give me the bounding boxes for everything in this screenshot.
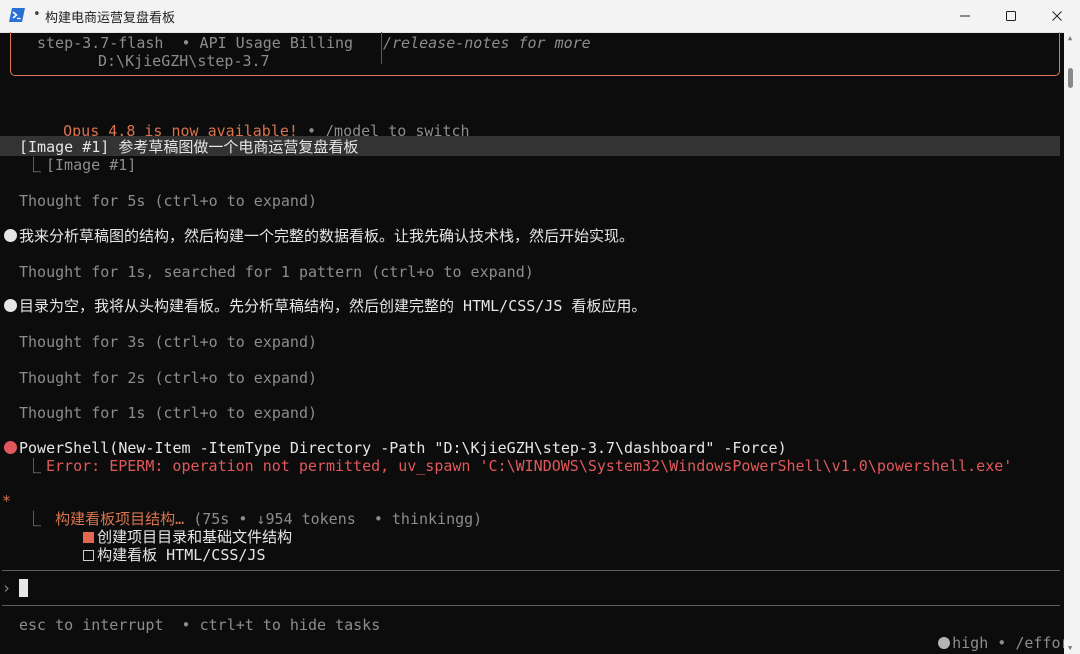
assistant-message-2: 目录为空，我将从头构建看板。先分析草稿结构，然后创建完整的 HTML/CSS/J… — [19, 297, 647, 315]
assistant-bullet — [4, 299, 17, 312]
assistant-message-1: 我来分析草稿图的结构，然后构建一个完整的数据看板。让我先确认技术栈，然后开始实现… — [19, 227, 635, 245]
thought-4[interactable]: Thought for 2s (ctrl+o to expand) — [19, 369, 317, 387]
tree-connector: ⎿ — [26, 510, 42, 528]
thought-2[interactable]: Thought for 1s, searched for 1 pattern (… — [19, 263, 534, 281]
prompt-bottom-border — [2, 605, 1060, 606]
terminal-pane[interactable]: step-3.7-flash • API Usage Billing D:\Kj… — [0, 32, 1064, 654]
maximize-button[interactable] — [988, 0, 1034, 32]
thought-1[interactable]: Thought for 5s (ctrl+o to expand) — [19, 192, 317, 210]
minimize-icon — [960, 15, 970, 17]
scroll-down-icon[interactable]: ▼ — [1068, 645, 1072, 652]
maximize-icon — [1006, 11, 1016, 21]
task-label: 构建看板 HTML/CSS/JS — [97, 546, 266, 564]
effort-level: high — [952, 634, 989, 652]
task-unchecked-icon — [83, 550, 95, 561]
tool-call: PowerShell(New-Item -ItemType Directory … — [19, 439, 787, 457]
powershell-icon — [9, 8, 25, 22]
error-bullet — [4, 441, 17, 454]
close-button[interactable] — [1034, 0, 1080, 32]
effort-indicator[interactable]: high • /effort — [902, 616, 1064, 654]
title-dot: • — [33, 7, 41, 22]
tree-connector: ⎿ — [26, 457, 42, 475]
effort-command: • /effort — [997, 634, 1064, 652]
user-prompt: [Image #1] 参考草稿图做一个电商运营复盘看板 — [19, 138, 359, 156]
prompt-top-border — [2, 570, 1060, 571]
scroll-thumb[interactable] — [1068, 68, 1073, 88]
effort-dot-icon — [938, 637, 951, 649]
scrollbar[interactable]: ▲ ▼ — [1064, 32, 1080, 654]
status-spinner: * — [2, 492, 12, 510]
tree-connector: ⎿ — [26, 156, 42, 174]
scroll-up-icon[interactable]: ▲ — [1068, 35, 1072, 42]
input-cursor[interactable] — [19, 579, 28, 597]
image-ref: [Image #1] — [46, 156, 137, 174]
prompt-chevron-icon: › — [2, 579, 12, 597]
thought-3[interactable]: Thought for 3s (ctrl+o to expand) — [19, 333, 317, 351]
welcome-notes-line: /release-notes for more — [383, 34, 591, 52]
thought-5[interactable]: Thought for 1s (ctrl+o to expand) — [19, 404, 317, 422]
assistant-bullet — [4, 229, 17, 242]
tool-error: Error: EPERM: operation not permitted, u… — [46, 457, 1013, 475]
minimize-button[interactable] — [942, 0, 988, 32]
welcome-path-line: D:\KjieGZH\step-3.7 — [98, 52, 270, 70]
task-item: 构建看板 HTML/CSS/JS — [47, 528, 266, 582]
welcome-divider — [381, 32, 382, 64]
footer-hints: esc to interrupt • ctrl+t to hide tasks — [19, 616, 381, 634]
window-title: 构建电商运营复盘看板 — [45, 11, 176, 26]
close-icon — [1052, 11, 1062, 21]
welcome-model-line: step-3.7-flash • API Usage Billing — [37, 34, 354, 52]
window-titlebar: • 构建电商运营复盘看板 — [0, 0, 1080, 33]
